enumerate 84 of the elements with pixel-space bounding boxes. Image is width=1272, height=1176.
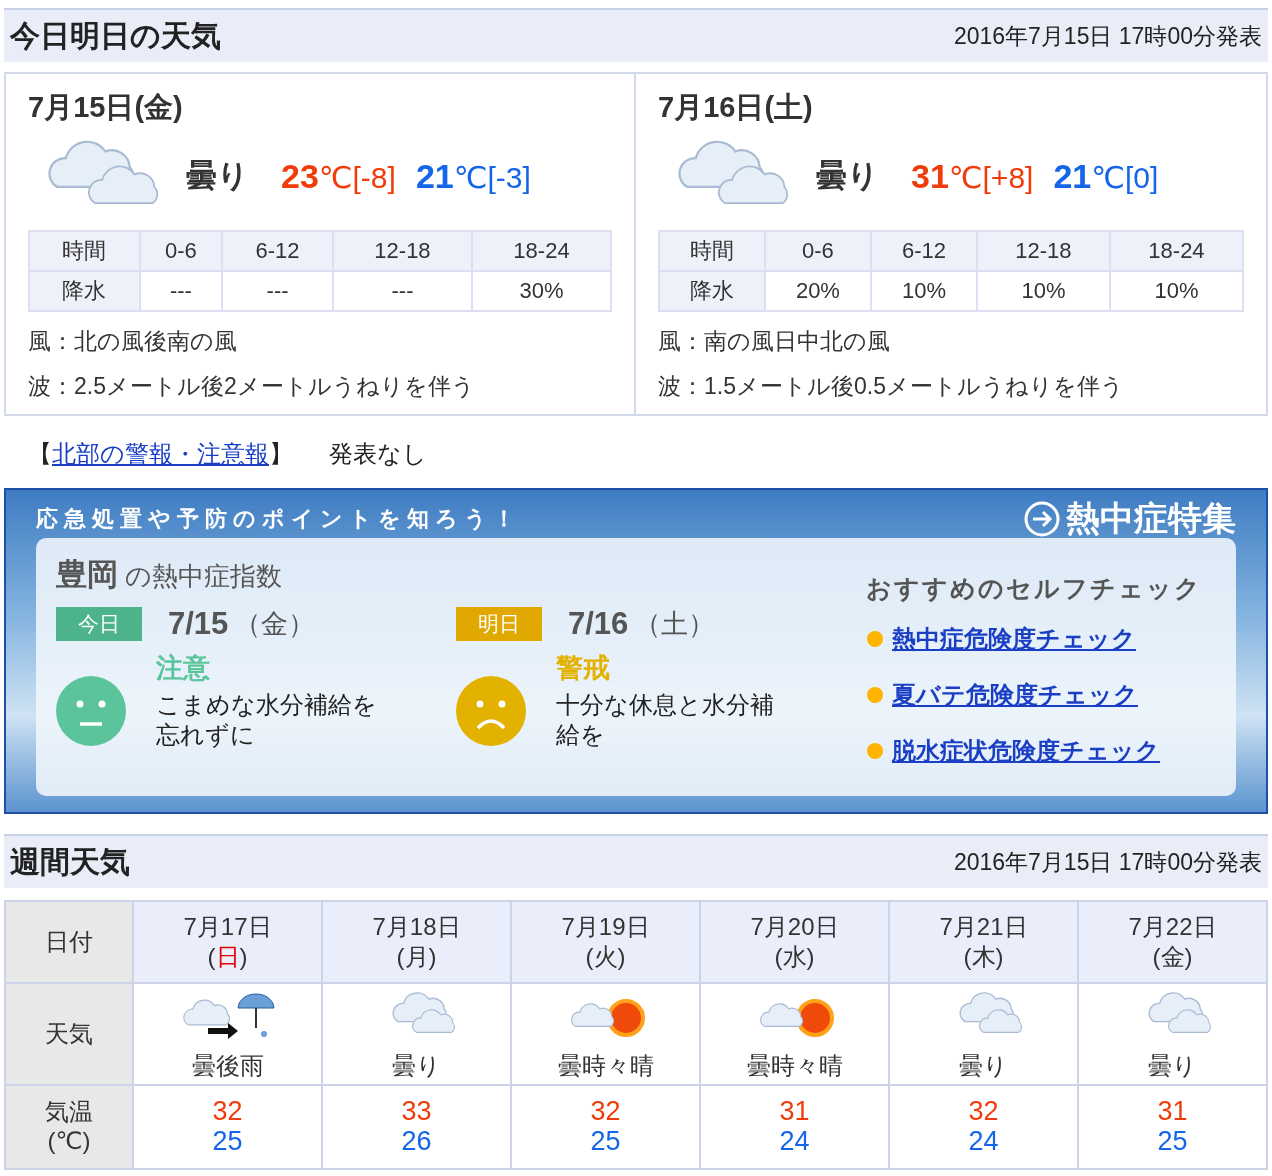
bullet-icon bbox=[866, 742, 884, 760]
advice-text: 十分な休息と水分補給を bbox=[556, 690, 775, 750]
temperature-cell: 32 24 bbox=[889, 1085, 1078, 1169]
table-cell: 0-6 bbox=[764, 231, 871, 271]
feature-link[interactable]: 熱中症特集 bbox=[1024, 496, 1236, 542]
table-cell: 10% bbox=[976, 271, 1110, 311]
table-cell: 0-6 bbox=[139, 231, 223, 271]
section-title: 今日明日の天気 bbox=[10, 17, 221, 54]
row-header: 日付 bbox=[5, 901, 133, 983]
heat-level: 注意 bbox=[156, 652, 211, 685]
entry-date: 7/16 bbox=[568, 606, 629, 642]
weather-label: 曇り bbox=[816, 157, 879, 195]
weather-cell: 曇り bbox=[889, 983, 1078, 1085]
table-cell: 降水 bbox=[659, 271, 765, 311]
table-cell: --- bbox=[333, 271, 472, 311]
wave-text: 波：1.5メートル後0.5メートルうねりを伴う bbox=[658, 372, 1125, 401]
temperature-cell: 31 24 bbox=[700, 1085, 889, 1169]
date-cell: 7月18日 (月) bbox=[322, 901, 511, 983]
temperature: 23℃[-8] bbox=[281, 156, 396, 196]
check-link[interactable]: 脱水症状危険度チェック bbox=[892, 735, 1160, 767]
temperature-cell: 33 26 bbox=[322, 1085, 511, 1169]
table-cell: 18-24 bbox=[1109, 231, 1243, 271]
table-cell: --- bbox=[222, 271, 333, 311]
day-badge: 今日 bbox=[56, 607, 142, 641]
date-cell: 7月20日 (水) bbox=[700, 901, 889, 983]
date-cell: 7月17日 (日) bbox=[133, 901, 322, 983]
advice-text: こまめな水分補給を忘れずに bbox=[156, 690, 378, 750]
table-cell: 6-12 bbox=[222, 231, 333, 271]
entry-weekday: （土） bbox=[634, 608, 716, 641]
table-cell: 20% bbox=[764, 271, 871, 311]
banner-tagline: 応急処置や予防のポイントを知ろう！ bbox=[36, 505, 521, 533]
table-cell: 降水 bbox=[29, 271, 140, 311]
index-title: 豊岡 の熱中症指数 bbox=[56, 556, 284, 594]
table-cell: 10% bbox=[870, 271, 977, 311]
weather-cell: 曇時々晴 bbox=[700, 983, 889, 1085]
wind-text: 風：南の風日中北の風 bbox=[658, 327, 891, 356]
temperature: 21℃[-3] bbox=[415, 156, 531, 196]
check-title: おすすめのセルフチェック bbox=[866, 573, 1203, 604]
table-cell: 12-18 bbox=[976, 231, 1110, 271]
row-header: 気温 (℃) bbox=[5, 1085, 133, 1169]
temperature-cell: 32 25 bbox=[133, 1085, 322, 1169]
temperature-cell: 31 25 bbox=[1078, 1085, 1267, 1169]
check-link[interactable]: 夏バテ危険度チェック bbox=[892, 679, 1138, 711]
issued-time: 2016年7月15日 17時00分発表 bbox=[953, 21, 1262, 51]
arrow-circle-icon bbox=[1024, 501, 1060, 537]
neutral-face-icon bbox=[56, 676, 126, 746]
temperature: 21℃[0] bbox=[1053, 156, 1159, 196]
wind-text: 風：北の風後南の風 bbox=[28, 327, 238, 356]
table-cell: --- bbox=[139, 271, 223, 311]
day-badge: 明日 bbox=[456, 607, 542, 641]
table-cell: 6-12 bbox=[870, 231, 977, 271]
entry-weekday: （金） bbox=[234, 608, 316, 641]
warnings-status: 発表なし bbox=[329, 439, 427, 469]
check-link[interactable]: 熱中症危険度チェック bbox=[892, 623, 1136, 655]
wave-text: 波：2.5メートル後2メートルうねりを伴う bbox=[28, 372, 476, 401]
table-cell: 時間 bbox=[29, 231, 140, 271]
day-title: 7月16日(土) bbox=[658, 90, 814, 125]
weather-cell: 曇り bbox=[322, 983, 511, 1085]
weather-cell: 曇時々晴 bbox=[511, 983, 700, 1085]
temperature: 31℃[+8] bbox=[911, 156, 1034, 196]
issued-time: 2016年7月15日 17時00分発表 bbox=[953, 847, 1262, 877]
row-header: 天気 bbox=[5, 983, 133, 1085]
bracket: 【 bbox=[28, 439, 52, 469]
table-cell: 18-24 bbox=[471, 231, 611, 271]
weather-cell: 曇後雨 bbox=[133, 983, 322, 1085]
sad-face-icon bbox=[456, 676, 526, 746]
table-cell: 10% bbox=[1109, 271, 1243, 311]
weather-cell: 曇り bbox=[1078, 983, 1267, 1085]
date-cell: 7月22日 (金) bbox=[1078, 901, 1267, 983]
date-cell: 7月21日 (木) bbox=[889, 901, 1078, 983]
warnings-link[interactable]: 北部の警報・注意報 bbox=[52, 438, 269, 470]
day-title: 7月15日(金) bbox=[28, 90, 184, 125]
entry-date: 7/15 bbox=[168, 606, 229, 642]
bracket: 】 bbox=[269, 439, 293, 469]
table-cell: 12-18 bbox=[333, 231, 472, 271]
heat-level: 警戒 bbox=[556, 652, 611, 685]
temperature-cell: 32 25 bbox=[511, 1085, 700, 1169]
bullet-icon bbox=[866, 630, 884, 648]
weather-label: 曇り bbox=[186, 157, 249, 195]
table-cell: 30% bbox=[471, 271, 611, 311]
section-title: 週間天気 bbox=[10, 843, 130, 880]
bullet-icon bbox=[866, 686, 884, 704]
date-cell: 7月19日 (火) bbox=[511, 901, 700, 983]
table-cell: 時間 bbox=[659, 231, 765, 271]
